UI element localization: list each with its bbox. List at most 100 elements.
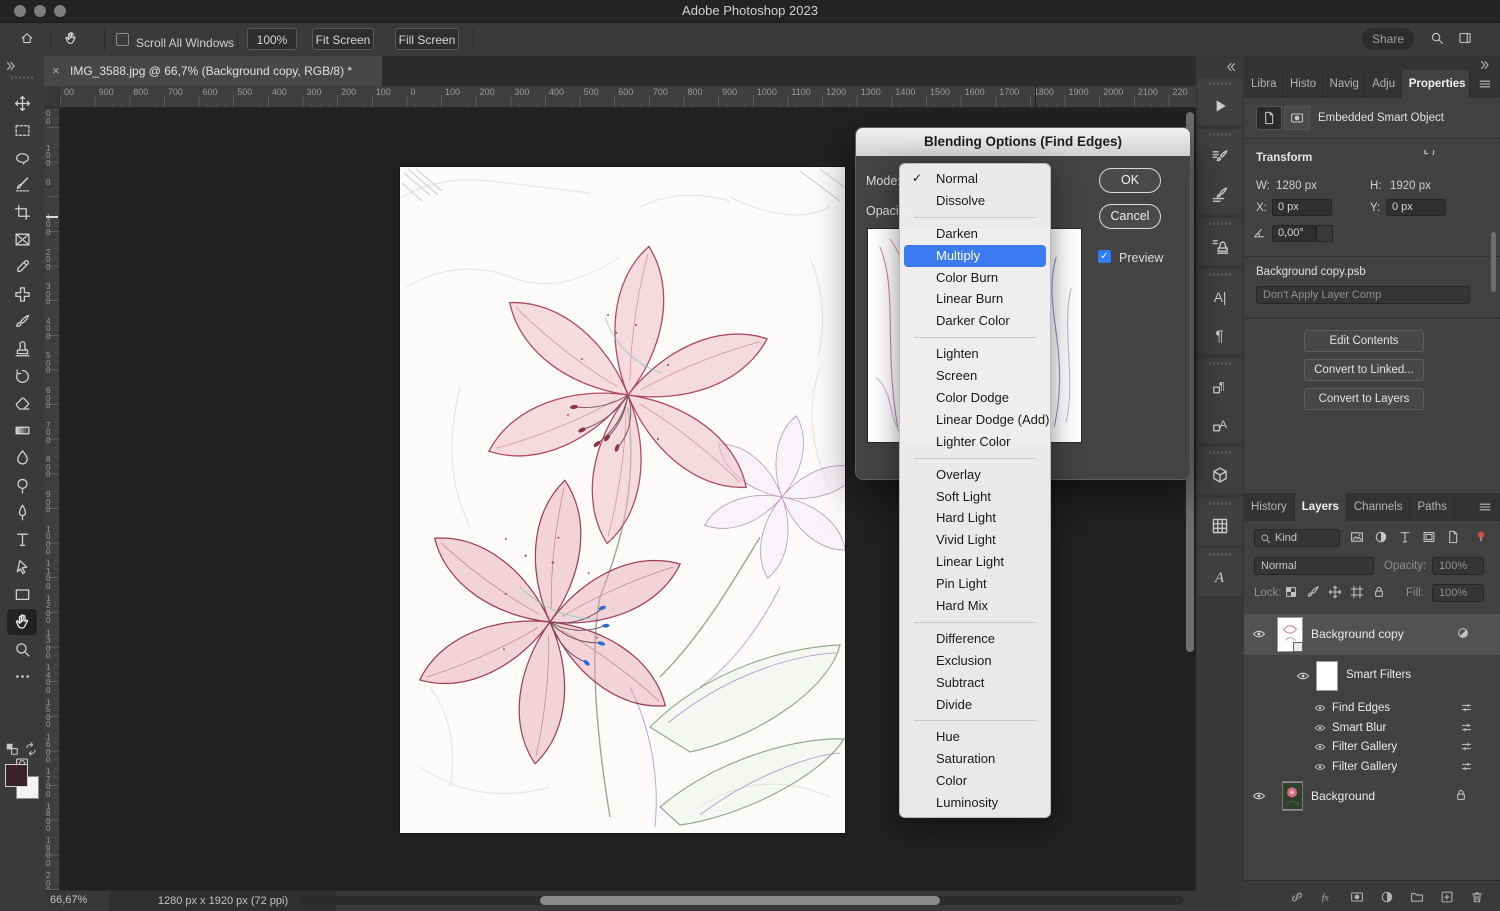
blend-mode-lighter-color[interactable]: Lighter Color: [900, 431, 1050, 453]
blend-mode-difference[interactable]: Difference: [900, 628, 1050, 650]
filter-type-layers-icon[interactable]: [1398, 530, 1412, 544]
blend-mode-hard-light[interactable]: Hard Light: [900, 507, 1050, 529]
actions-panel-icon[interactable]: [1198, 87, 1242, 125]
document-tab[interactable]: × IMG_3588.jpg @ 66,7% (Background copy,…: [44, 56, 382, 86]
smart-filter-filter-gallery[interactable]: Filter Gallery: [1244, 758, 1500, 777]
ruler-origin-corner[interactable]: [44, 86, 60, 108]
filter-eye-icon[interactable]: [1314, 702, 1326, 714]
move-tool[interactable]: [7, 90, 37, 116]
angle-input[interactable]: 0,00°: [1272, 225, 1316, 242]
convert-to-layers-button[interactable]: Convert to Layers: [1304, 388, 1424, 410]
layer-row-background[interactable]: Background: [1244, 776, 1500, 817]
workspace-chevron-icon[interactable]: [1479, 34, 1490, 45]
blend-mode-exclusion[interactable]: Exclusion: [900, 650, 1050, 672]
opacity-select[interactable]: 100%: [1432, 557, 1484, 575]
blend-mode-linear-light[interactable]: Linear Light: [900, 551, 1050, 573]
zoom-100-button[interactable]: 100%: [247, 28, 297, 50]
blend-mode-lighten[interactable]: Lighten: [900, 343, 1050, 365]
close-tab-icon[interactable]: ×: [52, 56, 60, 86]
ok-button[interactable]: OK: [1099, 168, 1161, 193]
link-layers-icon[interactable]: [1288, 888, 1306, 906]
frame-tool[interactable]: [7, 227, 37, 253]
tab-navigator[interactable]: Navig: [1323, 70, 1366, 98]
horizontal-scroll-thumb[interactable]: [540, 896, 940, 905]
blend-mode-darker-color[interactable]: Darker Color: [900, 310, 1050, 332]
delete-layer-trash-icon[interactable]: [1468, 888, 1486, 906]
expand-tools-icon[interactable]: [4, 59, 18, 73]
layer-row-background-copy[interactable]: Background copy: [1244, 614, 1500, 655]
lock-artboard-icon[interactable]: [1350, 585, 1364, 599]
blend-mode-color-burn[interactable]: Color Burn: [900, 267, 1050, 289]
tab-history[interactable]: History: [1244, 493, 1295, 521]
brushes-panel-icon[interactable]: [1198, 176, 1242, 214]
filter-mask-thumbnail[interactable]: [1316, 661, 1338, 691]
rect-marquee-tool[interactable]: [7, 117, 37, 143]
filter-adjustment-layers-icon[interactable]: [1374, 530, 1388, 544]
filter-blend-options-icon[interactable]: [1460, 701, 1473, 714]
blend-mode-darken[interactable]: Darken: [900, 223, 1050, 245]
lock-all-icon[interactable]: [1372, 585, 1386, 599]
y-input[interactable]: 0 px: [1386, 199, 1446, 216]
lock-paint-icon[interactable]: [1306, 585, 1320, 599]
dodge-tool[interactable]: [7, 472, 37, 498]
clone-source-panel-icon[interactable]: [1198, 227, 1242, 265]
pen-tool[interactable]: [7, 500, 37, 526]
tab-channels[interactable]: Channels: [1347, 493, 1411, 521]
hand-tool[interactable]: [7, 609, 37, 635]
lock-position-icon[interactable]: [1328, 585, 1342, 599]
crop-tool[interactable]: [7, 199, 37, 225]
brush-settings-panel-icon[interactable]: [1198, 138, 1242, 176]
blend-mode-vivid-light[interactable]: Vivid Light: [900, 529, 1050, 551]
hand-tool-preset-chevron-icon[interactable]: [86, 34, 97, 45]
scroll-all-windows-checkbox[interactable]: [116, 33, 129, 46]
tab-properties[interactable]: Properties: [1402, 70, 1470, 98]
collapse-filters-chevron-icon[interactable]: [1478, 627, 1489, 638]
filter-eye-icon[interactable]: [1314, 722, 1326, 734]
filter-blend-options-icon[interactable]: [1460, 740, 1473, 753]
home-icon[interactable]: [20, 31, 34, 45]
layer-thumbnail[interactable]: [1277, 617, 1303, 652]
tab-paths[interactable]: Paths: [1410, 493, 1454, 521]
layer-effects-fx-icon[interactable]: fx: [1318, 888, 1336, 906]
share-button[interactable]: Share: [1362, 28, 1414, 50]
tab-histogram[interactable]: Histo: [1283, 70, 1323, 98]
patterns-panel-icon[interactable]: [1198, 507, 1242, 545]
layer-visibility-eye-icon[interactable]: [1252, 789, 1266, 803]
smart-filter-indicator-icon[interactable]: [1456, 626, 1470, 640]
blend-mode-hard-mix[interactable]: Hard Mix: [900, 595, 1050, 617]
tab-libraries[interactable]: Libra: [1244, 70, 1283, 98]
collapse-dock-icon[interactable]: [1224, 60, 1238, 74]
horizontal-ruler[interactable]: 0090080070060050040030020010001002003004…: [44, 86, 1196, 108]
blend-mode-color-dodge[interactable]: Color Dodge: [900, 387, 1050, 409]
fit-screen-button[interactable]: Fit Screen: [312, 28, 374, 50]
layer-comp-select[interactable]: Don't Apply Layer Comp: [1256, 286, 1470, 304]
panel-menu-icon[interactable]: [1470, 493, 1500, 521]
blend-mode-pin-light[interactable]: Pin Light: [900, 573, 1050, 595]
tab-layers[interactable]: Layers: [1295, 493, 1347, 521]
blur-tool[interactable]: [7, 445, 37, 471]
smart-filter-smart-blur[interactable]: Smart Blur: [1244, 719, 1500, 738]
paragraph-panel-icon[interactable]: ¶: [1198, 316, 1242, 354]
spot-healing-tool[interactable]: [7, 281, 37, 307]
filter-eye-icon[interactable]: [1314, 761, 1326, 773]
preview-checkbox[interactable]: ✓: [1098, 250, 1111, 263]
smart-filters-row[interactable]: Smart Filters: [1244, 657, 1500, 697]
object-selection-tool[interactable]: [7, 172, 37, 198]
filter-image-layers-icon[interactable]: [1350, 530, 1364, 544]
panel-menu-icon[interactable]: [1470, 70, 1500, 98]
search-icon[interactable]: [1430, 31, 1444, 45]
new-group-folder-icon[interactable]: [1408, 888, 1426, 906]
blend-mode-screen[interactable]: Screen: [900, 365, 1050, 387]
lasso-tool[interactable]: [7, 145, 37, 171]
lock-transparency-icon[interactable]: [1284, 585, 1298, 599]
new-layer-icon[interactable]: [1438, 888, 1456, 906]
x-input[interactable]: 0 px: [1272, 199, 1332, 216]
blend-mode-hue[interactable]: Hue: [900, 726, 1050, 748]
blend-mode-dissolve[interactable]: Dissolve: [900, 190, 1050, 212]
filter-blend-options-icon[interactable]: [1460, 721, 1473, 734]
blend-mode-select[interactable]: Normal: [1254, 557, 1374, 575]
eyedropper-tool[interactable]: [7, 254, 37, 280]
fill-select[interactable]: 100%: [1432, 584, 1484, 602]
zoom-level-field[interactable]: 66,67%: [50, 894, 87, 906]
rectangle-tool[interactable]: [7, 581, 37, 607]
